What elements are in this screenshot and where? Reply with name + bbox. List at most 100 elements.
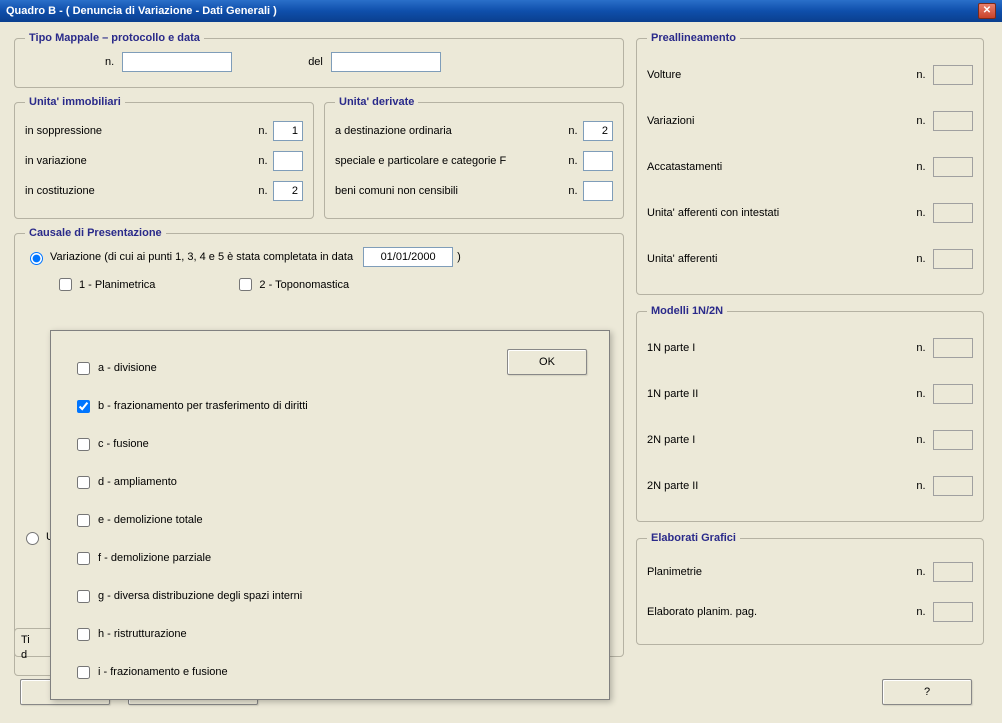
preall-r1-n: n. xyxy=(909,115,933,127)
mod-r2-label: 2N parte I xyxy=(647,434,909,446)
preall-r4-n: n. xyxy=(909,253,933,265)
window-body: Tipo Mappale – protocollo e data n. del … xyxy=(0,22,1002,723)
elab-r0-input[interactable] xyxy=(933,562,973,582)
ui-row0-input[interactable] xyxy=(273,121,303,141)
chk-i[interactable] xyxy=(77,666,90,679)
chk-h[interactable] xyxy=(77,628,90,641)
preall-r3-input[interactable] xyxy=(933,203,973,223)
preall-r0-input[interactable] xyxy=(933,65,973,85)
preall-r2-input[interactable] xyxy=(933,157,973,177)
preall-r3-n: n. xyxy=(909,207,933,219)
ui-row2-label: in costituzione xyxy=(25,185,253,197)
mod-r3-label: 2N parte II xyxy=(647,480,909,492)
causale-legend: Causale di Presentazione xyxy=(25,227,166,239)
chk-planimetrica[interactable] xyxy=(59,278,72,291)
tipo-mappale-legend: Tipo Mappale – protocollo e data xyxy=(25,32,204,44)
chk-i-label: i - frazionamento e fusione xyxy=(98,666,228,678)
preall-r0-label: Volture xyxy=(647,69,909,81)
mod-r3-input[interactable] xyxy=(933,476,973,496)
mod-r1-input[interactable] xyxy=(933,384,973,404)
ud-row2-n: n. xyxy=(563,185,583,197)
ud-row0-input[interactable] xyxy=(583,121,613,141)
mod-r2-input[interactable] xyxy=(933,430,973,450)
chk-h-label: h - ristrutturazione xyxy=(98,628,187,640)
chk-g-label: g - diversa distribuzione degli spazi in… xyxy=(98,590,302,602)
partial-box: Ti d xyxy=(14,628,54,676)
variazione-close-paren: ) xyxy=(457,251,461,263)
unita-immobiliari-group: Unita' immobiliari in soppressione n. in… xyxy=(14,96,314,219)
mod-r0-n: n. xyxy=(909,342,933,354)
tm-n-label: n. xyxy=(105,56,114,68)
ud-row1-label: speciale e particolare e categorie F xyxy=(335,155,563,167)
ui-row2-n: n. xyxy=(253,185,273,197)
preall-r4-label: Unita' afferenti xyxy=(647,253,909,265)
chk-toponomastica-label: 2 - Toponomastica xyxy=(259,279,349,291)
chk-toponomastica[interactable] xyxy=(239,278,252,291)
chk-b-label: b - frazionamento per trasferimento di d… xyxy=(98,400,308,412)
elab-r1-n: n. xyxy=(909,606,933,618)
preall-r2-label: Accatastamenti xyxy=(647,161,909,173)
ui-row0-n: n. xyxy=(253,125,273,137)
help-button[interactable]: ? xyxy=(882,679,972,705)
chk-f[interactable] xyxy=(77,552,90,565)
preall-r4-input[interactable] xyxy=(933,249,973,269)
ui-row2-input[interactable] xyxy=(273,181,303,201)
elab-r0-n: n. xyxy=(909,566,933,578)
ui-row1-n: n. xyxy=(253,155,273,167)
mod-r2-n: n. xyxy=(909,434,933,446)
mod-r1-label: 1N parte II xyxy=(647,388,909,400)
ui-legend: Unita' immobiliari xyxy=(25,96,125,108)
variazione-date-input[interactable] xyxy=(363,247,453,267)
elab-legend: Elaborati Grafici xyxy=(647,532,740,544)
mod-r1-n: n. xyxy=(909,388,933,400)
ud-row0-label: a destinazione ordinaria xyxy=(335,125,563,137)
chk-a[interactable] xyxy=(77,362,90,375)
mod-r0-input[interactable] xyxy=(933,338,973,358)
ui-row1-input[interactable] xyxy=(273,151,303,171)
chk-b[interactable] xyxy=(77,400,90,413)
elab-r0-label: Planimetrie xyxy=(647,566,909,578)
ud-row0-n: n. xyxy=(563,125,583,137)
radio-u[interactable] xyxy=(26,532,39,545)
chk-e-label: e - demolizione totale xyxy=(98,514,203,526)
variazione-radio[interactable] xyxy=(30,252,43,265)
preall-r3-label: Unita' afferenti con intestati xyxy=(647,207,909,219)
ui-row1-label: in variazione xyxy=(25,155,253,167)
preallineamento-group: Preallineamento Volture n. Variazioni n.… xyxy=(636,32,984,295)
chk-e[interactable] xyxy=(77,514,90,527)
right-column: Preallineamento Volture n. Variazioni n.… xyxy=(636,32,984,645)
ud-row2-label: beni comuni non censibili xyxy=(335,185,563,197)
mod-r3-n: n. xyxy=(909,480,933,492)
close-icon[interactable]: ✕ xyxy=(978,3,996,19)
chk-g[interactable] xyxy=(77,590,90,603)
elaborati-group: Elaborati Grafici Planimetrie n. Elabora… xyxy=(636,532,984,645)
preall-r1-label: Variazioni xyxy=(647,115,909,127)
chk-a-label: a - divisione xyxy=(98,362,157,374)
elab-r1-input[interactable] xyxy=(933,602,973,622)
preall-legend: Preallineamento xyxy=(647,32,740,44)
modelli-group: Modelli 1N/2N 1N parte I n. 1N parte II … xyxy=(636,305,984,522)
tm-del-label: del xyxy=(308,56,323,68)
preall-r0-n: n. xyxy=(909,69,933,81)
chk-c[interactable] xyxy=(77,438,90,451)
tm-del-input[interactable] xyxy=(331,52,441,72)
tipo-mappale-group: Tipo Mappale – protocollo e data n. del xyxy=(14,32,624,88)
partial-line2: d xyxy=(21,648,47,663)
ud-row1-input[interactable] xyxy=(583,151,613,171)
elab-r1-label: Elaborato planim. pag. xyxy=(647,606,909,618)
unita-derivate-group: Unita' derivate a destinazione ordinaria… xyxy=(324,96,624,219)
window-title: Quadro B - ( Denuncia di Variazione - Da… xyxy=(6,0,277,22)
ui-row0-label: in soppressione xyxy=(25,125,253,137)
chk-d[interactable] xyxy=(77,476,90,489)
popup-ok-button[interactable]: OK xyxy=(507,349,587,375)
chk-planimetrica-label: 1 - Planimetrica xyxy=(79,279,155,291)
tm-n-input[interactable] xyxy=(122,52,232,72)
preall-r2-n: n. xyxy=(909,161,933,173)
chk-c-label: c - fusione xyxy=(98,438,149,450)
mod-r0-label: 1N parte I xyxy=(647,342,909,354)
chk-f-label: f - demolizione parziale xyxy=(98,552,211,564)
preall-r1-input[interactable] xyxy=(933,111,973,131)
chk-d-label: d - ampliamento xyxy=(98,476,177,488)
ud-row2-input[interactable] xyxy=(583,181,613,201)
ud-row1-n: n. xyxy=(563,155,583,167)
